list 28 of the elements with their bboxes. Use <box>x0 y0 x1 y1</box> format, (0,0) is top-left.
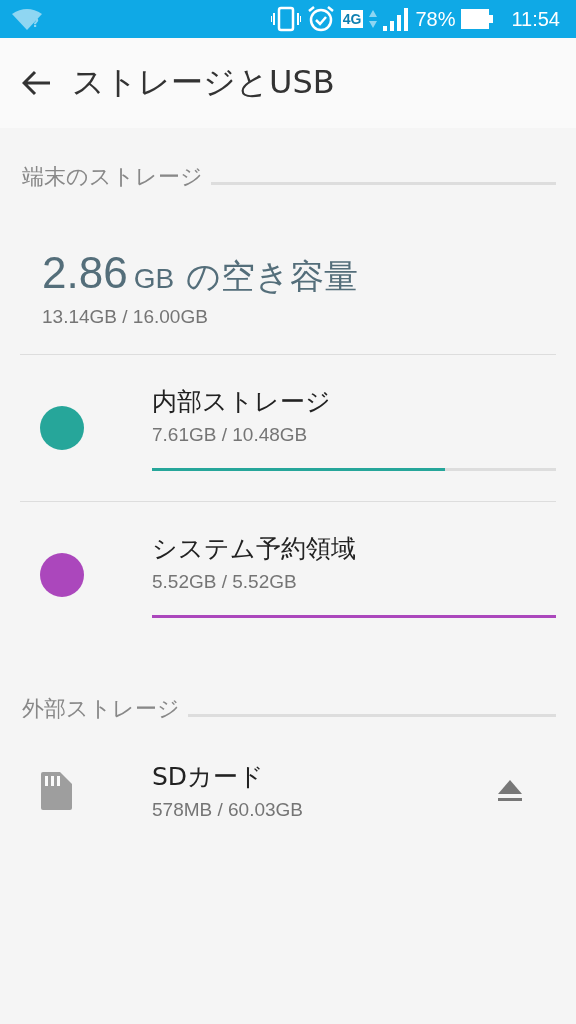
battery-icon <box>461 9 494 29</box>
network-type-badge: 4G <box>340 10 364 28</box>
back-arrow-icon[interactable] <box>22 70 52 96</box>
data-arrows-icon <box>369 8 378 30</box>
total-usage: 13.14GB / 16.00GB <box>42 306 209 328</box>
storage-name: 内部ストレージ <box>152 386 332 418</box>
free-space-value: 2.86 <box>42 248 128 298</box>
section-heading: 端末のストレージ <box>22 163 203 191</box>
battery-percent: 78% <box>415 7 456 31</box>
storage-usage: 7.61GB / 10.48GB <box>152 424 309 446</box>
storage-item[interactable]: 内部ストレージ 7.61GB / 10.48GB <box>20 354 556 501</box>
storage-item[interactable]: システム予約領域 5.52GB / 5.52GB <box>20 501 556 648</box>
eject-icon[interactable] <box>498 779 522 802</box>
signal-icon <box>383 7 410 31</box>
storage-usage: 5.52GB / 5.52GB <box>152 571 298 593</box>
free-space-label: の空き容量 <box>186 256 359 297</box>
wifi-icon <box>12 8 42 30</box>
screen-title: ストレージとUSB <box>72 62 335 103</box>
section-heading: 外部ストレージ <box>22 695 180 723</box>
alarm-icon <box>306 5 335 33</box>
storage-item[interactable]: SDカード 578MB / 60.03GB <box>20 730 556 851</box>
clock: 11:54 <box>511 7 560 31</box>
sd-card-icon <box>40 771 72 810</box>
vibrate-icon <box>270 6 301 32</box>
free-space-unit: GB <box>133 263 175 295</box>
storage-name: システム予約領域 <box>152 533 357 565</box>
storage-usage: 578MB / 60.03GB <box>152 799 305 821</box>
storage-name: SDカード <box>152 761 266 793</box>
